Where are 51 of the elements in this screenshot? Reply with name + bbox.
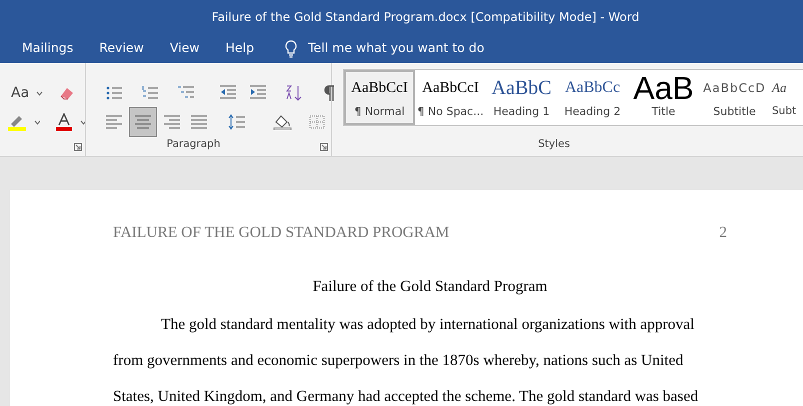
paint-bucket-icon — [273, 114, 293, 130]
ribbon-tab[interactable]: View — [170, 39, 212, 58]
style-preview: AaBbC — [492, 76, 552, 101]
borders-icon — [308, 114, 326, 130]
style-preview: AaBbCc — [564, 78, 620, 98]
ribbon-tab[interactable]: Help — [226, 39, 266, 58]
style-name: Subt — [772, 104, 796, 119]
body-text-line: from governments and economic superpowers in the 1870s whereby, nations such as United — [113, 350, 684, 370]
style-preview: AaBbCcD — [703, 80, 766, 97]
caret-icon — [36, 90, 44, 96]
body-text-line: States, United Kingdom, and Germany had accepted the scheme. The gold standard was based — [113, 386, 700, 406]
style-name: Heading 2 — [564, 104, 621, 120]
decrease-indent-icon — [219, 85, 237, 101]
caret-icon — [80, 120, 85, 124]
increase-indent-icon — [249, 85, 267, 101]
dialog-launcher-icon[interactable] — [320, 143, 328, 151]
ribbon-tab[interactable]: Review — [99, 39, 156, 58]
align-left-icon — [105, 114, 123, 130]
sort-icon — [285, 85, 303, 101]
style-name: Subtitle — [713, 104, 756, 120]
lightbulb-icon — [284, 40, 298, 58]
style-gallery-item[interactable]: AaBbCcI ¶ Normal — [344, 70, 415, 125]
tell-me-search[interactable]: Tell me what you want to do — [308, 39, 484, 58]
caret-icon — [34, 120, 40, 124]
body-text-line: The gold standard mentality was adopted by international organizations with approval — [160, 314, 696, 334]
align-justify-icon — [190, 114, 208, 130]
style-name: ¶ Normal — [354, 104, 405, 120]
style-name: Heading 1 — [493, 104, 550, 120]
style-preview: AaB — [633, 72, 694, 104]
numbering-icon — [141, 85, 159, 101]
document-title: Failure of the Gold Standard Program — [312, 278, 548, 296]
highlighter-icon — [7, 113, 27, 131]
group-label: Paragraph — [166, 137, 222, 152]
change-case-button[interactable]: Aa — [8, 83, 32, 103]
font-color-icon — [54, 113, 72, 131]
style-preview: Aa — [772, 79, 786, 98]
style-name: ¶ No Spac... — [417, 104, 484, 120]
style-name: Title — [652, 104, 676, 120]
ribbon-tab[interactable]: Mailings — [22, 39, 86, 58]
dialog-launcher-icon[interactable] — [74, 143, 82, 151]
line-spacing-icon — [228, 114, 246, 130]
window-title: Failure of the Gold Standard Program.docx [Compatibility Mode] - Word — [212, 9, 640, 26]
group-label: Styles — [537, 137, 571, 152]
bullets-icon — [105, 85, 123, 101]
page-number: 2 — [719, 223, 727, 243]
style-preview: AaBbCcI — [422, 78, 479, 98]
align-center-icon — [134, 114, 152, 130]
align-center-button[interactable] — [129, 107, 157, 137]
align-right-icon — [163, 114, 181, 130]
header-text: FAILURE OF THE GOLD STANDARD PROGRAM — [113, 223, 450, 243]
style-preview: AaBbCcI — [351, 78, 408, 98]
